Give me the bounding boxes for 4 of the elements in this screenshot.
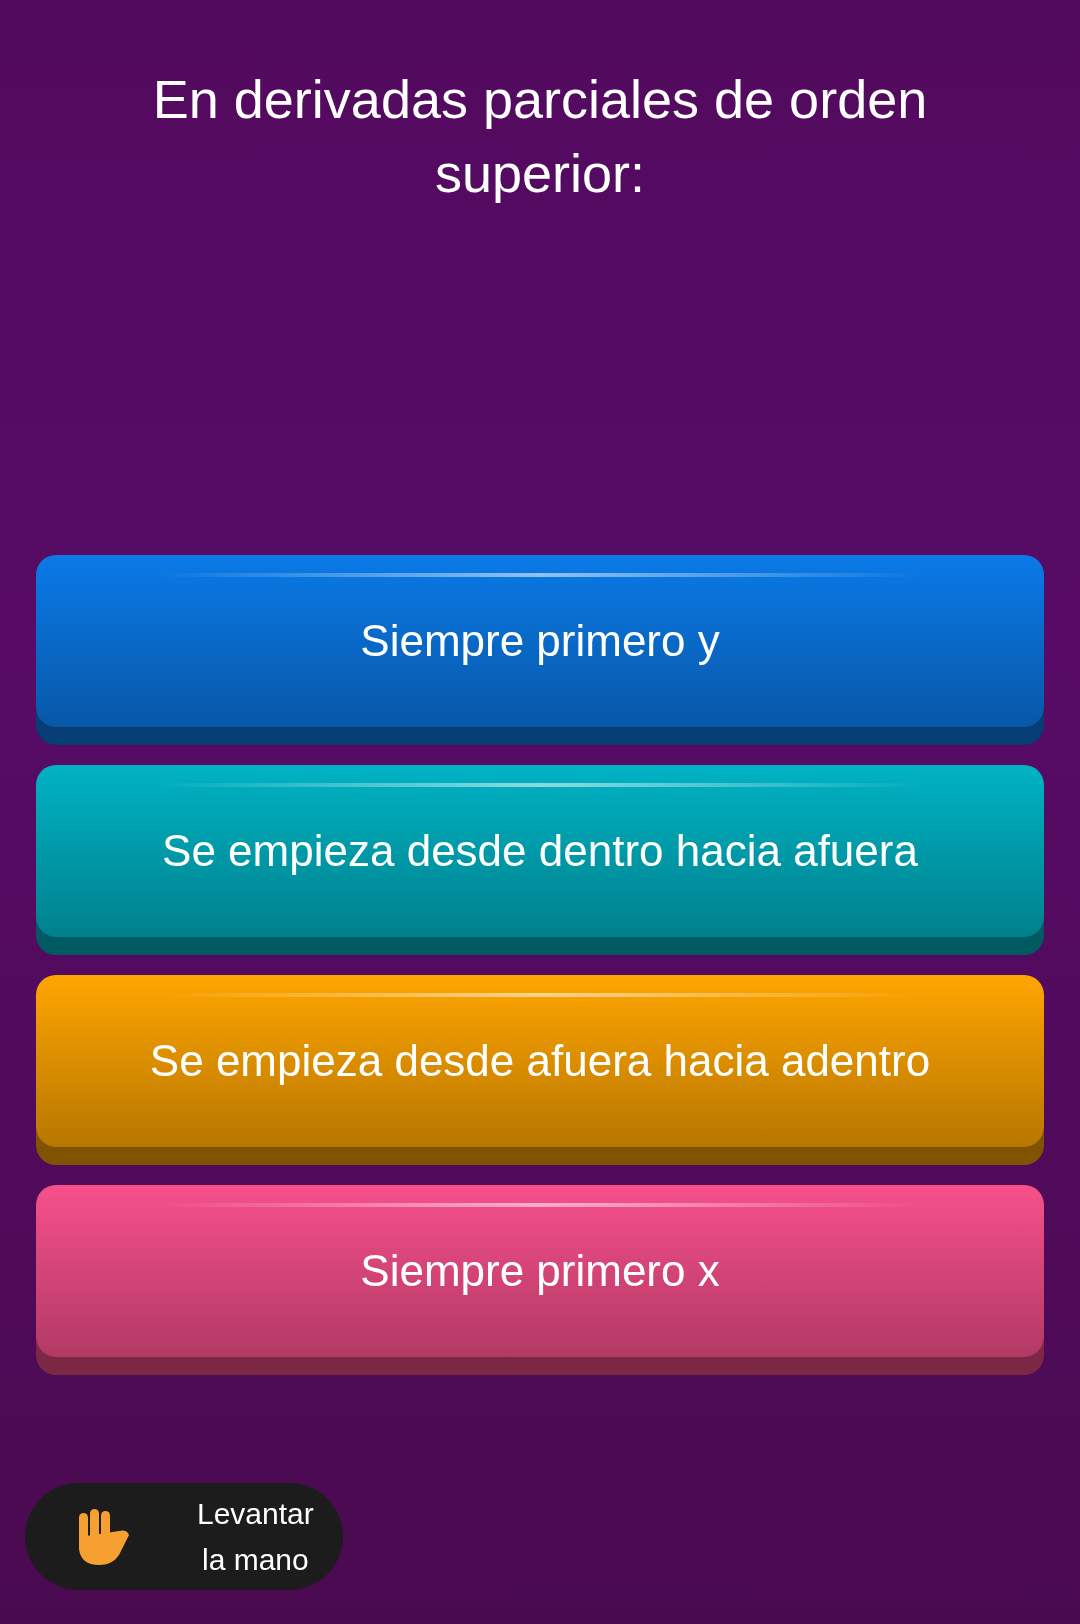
raise-hand-label: la mano [202, 1541, 309, 1578]
question-text: En derivadas parciales de orden superior: [151, 68, 929, 205]
raise-hand-button[interactable]: Levantar la mano [25, 1483, 343, 1590]
raise-hand-label: Levantar [197, 1495, 314, 1532]
